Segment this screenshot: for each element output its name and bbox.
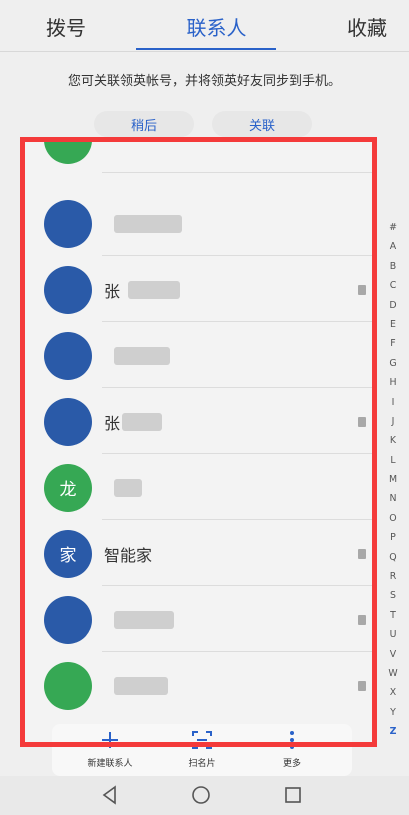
- index-letter[interactable]: L: [390, 451, 395, 470]
- index-letter[interactable]: E: [390, 315, 396, 334]
- row-divider: [102, 453, 376, 454]
- alphabet-index[interactable]: # A B C D E F G H I J K L M N O P Q R S T U V W X Y Z: [385, 218, 401, 742]
- contact-avatar: 家: [44, 529, 92, 578]
- index-letter[interactable]: Y: [390, 703, 396, 722]
- home-icon[interactable]: [191, 785, 211, 805]
- contact-avatar: [44, 595, 92, 644]
- index-letter[interactable]: #: [389, 218, 397, 237]
- link-account-button[interactable]: 关联: [212, 111, 312, 137]
- index-letter[interactable]: N: [389, 489, 396, 508]
- contact-avatar: [44, 138, 92, 164]
- contact-avatar: 龙: [44, 463, 92, 512]
- business-card-icon: [358, 548, 366, 559]
- tab-bar: 拨号 联系人 收藏: [0, 0, 409, 52]
- list-item[interactable]: [24, 587, 376, 652]
- contact-name-blurred: [114, 214, 182, 233]
- index-letter[interactable]: B: [390, 257, 396, 276]
- plus-icon: [99, 730, 121, 750]
- index-letter[interactable]: A: [390, 237, 396, 256]
- index-letter[interactable]: V: [390, 645, 396, 664]
- contact-name: 张: [104, 413, 121, 433]
- tab-dialer[interactable]: 拨号: [46, 12, 86, 41]
- back-icon[interactable]: [100, 785, 120, 805]
- list-item[interactable]: 龙: [24, 455, 376, 520]
- index-letter[interactable]: M: [389, 470, 397, 489]
- contact-name: 张: [104, 281, 121, 301]
- bottom-action-bar: 新建联系人 扫名片 更多: [52, 724, 352, 776]
- index-letter[interactable]: D: [389, 296, 396, 315]
- row-divider: [102, 519, 376, 520]
- index-letter[interactable]: J: [392, 412, 395, 431]
- row-divider: [102, 255, 376, 256]
- new-contact-button[interactable]: 新建联系人: [70, 724, 150, 776]
- scan-icon: [191, 730, 213, 750]
- row-divider: [102, 172, 376, 173]
- row-divider: [102, 585, 376, 586]
- list-item[interactable]: [24, 138, 376, 173]
- more-dots-icon: [281, 730, 303, 750]
- index-letter[interactable]: S: [390, 586, 396, 605]
- tab-contacts[interactable]: 联系人: [187, 12, 247, 41]
- row-divider: [102, 321, 376, 322]
- index-letter[interactable]: W: [388, 664, 397, 683]
- later-button[interactable]: 稍后: [94, 111, 194, 137]
- contact-name-blurred: [114, 346, 170, 365]
- contact-name-blurred: [128, 280, 180, 299]
- contact-name-blurred: [122, 412, 162, 431]
- contact-avatar: [44, 331, 92, 380]
- index-letter[interactable]: G: [389, 354, 396, 373]
- list-item[interactable]: 张: [24, 257, 376, 322]
- list-item[interactable]: 张: [24, 389, 376, 454]
- more-label: 更多: [282, 759, 301, 769]
- contact-avatar: [44, 199, 92, 248]
- index-letter[interactable]: U: [390, 625, 397, 644]
- contact-name: 智能家: [104, 545, 153, 565]
- contact-avatar: [44, 397, 92, 446]
- contact-name-blurred: [114, 610, 174, 629]
- business-card-icon: [358, 416, 366, 427]
- contact-avatar: [44, 661, 92, 710]
- business-card-icon: [358, 680, 366, 691]
- list-item[interactable]: [24, 191, 376, 256]
- system-nav-bar: [0, 776, 409, 815]
- business-card-icon: [358, 614, 366, 625]
- index-letter[interactable]: O: [389, 509, 396, 528]
- index-letter[interactable]: R: [390, 567, 397, 586]
- row-divider: [102, 651, 376, 652]
- business-card-icon: [358, 284, 366, 295]
- recents-icon[interactable]: [283, 785, 303, 805]
- list-item[interactable]: [24, 323, 376, 388]
- row-divider: [102, 387, 376, 388]
- tab-divider: [0, 51, 409, 52]
- linkedin-prompt: 您可关联领英帐号，并将领英好友同步到手机。: [67, 74, 341, 89]
- index-letter[interactable]: X: [390, 683, 396, 702]
- contact-avatar: [44, 265, 92, 314]
- contact-name-blurred: [114, 676, 168, 695]
- new-contact-label: 新建联系人: [87, 759, 133, 769]
- index-letter[interactable]: T: [390, 606, 396, 625]
- scan-card-button[interactable]: 扫名片: [162, 724, 242, 776]
- index-letter[interactable]: F: [390, 334, 395, 353]
- index-letter[interactable]: H: [389, 373, 396, 392]
- contact-list[interactable]: 张 张 龙 家 智能家: [24, 138, 376, 744]
- more-button[interactable]: 更多: [252, 724, 332, 776]
- index-letter[interactable]: Q: [389, 548, 396, 567]
- index-letter[interactable]: Z: [390, 722, 397, 741]
- tab-favorites[interactable]: 收藏: [347, 12, 387, 41]
- contact-name-blurred: [114, 478, 142, 497]
- active-tab-indicator: [136, 48, 276, 50]
- index-letter[interactable]: I: [392, 393, 395, 412]
- scan-card-label: 扫名片: [188, 759, 216, 769]
- list-item[interactable]: 家 智能家: [24, 521, 376, 586]
- index-letter[interactable]: C: [390, 276, 397, 295]
- index-letter[interactable]: K: [390, 431, 396, 450]
- list-item[interactable]: [24, 653, 376, 718]
- index-letter[interactable]: P: [390, 528, 396, 547]
